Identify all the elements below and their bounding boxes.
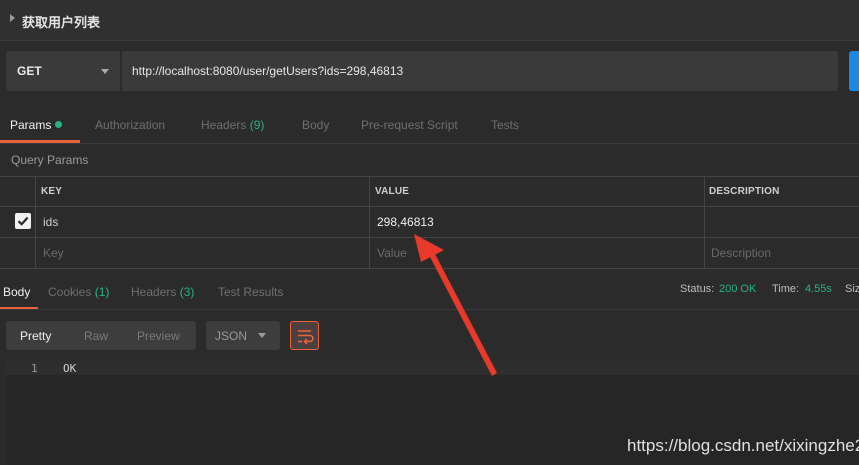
send-button[interactable] bbox=[849, 51, 859, 91]
code-line-highlight bbox=[6, 361, 859, 375]
response-tab-cookies-label: Cookies bbox=[48, 285, 92, 299]
table-col-divider bbox=[369, 176, 370, 268]
param-key-cell[interactable]: ids bbox=[43, 215, 58, 229]
size-label: Size bbox=[845, 283, 859, 295]
tab-headers-label: Headers bbox=[201, 118, 247, 132]
raw-button[interactable]: Raw bbox=[84, 329, 108, 343]
query-params-table: KEY VALUE DESCRIPTION ids 298,46813 Key … bbox=[0, 176, 859, 269]
query-params-heading: Query Params bbox=[11, 153, 89, 167]
column-header-key: KEY bbox=[41, 186, 63, 197]
status-label: Status: bbox=[680, 283, 715, 295]
tab-params-label: Params bbox=[10, 118, 52, 132]
chevron-down-icon bbox=[101, 69, 109, 74]
response-tab-test-results[interactable]: Test Results bbox=[218, 285, 283, 299]
table-border-top bbox=[0, 176, 859, 177]
table-border-header bbox=[0, 206, 859, 207]
tab-params[interactable]: Params bbox=[10, 118, 63, 132]
param-description-cell[interactable] bbox=[711, 215, 851, 229]
preview-button[interactable]: Preview bbox=[137, 329, 180, 343]
format-label: JSON bbox=[215, 329, 248, 343]
tab-pre-request-script[interactable]: Pre-request Script bbox=[361, 118, 458, 132]
time-label: Time: bbox=[772, 283, 800, 295]
new-param-value-input[interactable]: Value bbox=[377, 246, 407, 260]
request-header bbox=[0, 0, 859, 41]
param-enabled-checkbox[interactable] bbox=[15, 213, 31, 229]
tab-body[interactable]: Body bbox=[302, 118, 329, 132]
method-label: GET bbox=[17, 64, 42, 78]
response-text: OK bbox=[63, 362, 77, 375]
status-value: 200 OK bbox=[719, 283, 757, 295]
param-value-cell[interactable]: 298,46813 bbox=[377, 215, 434, 229]
wrap-lines-button[interactable] bbox=[290, 321, 319, 350]
new-param-key-input[interactable]: Key bbox=[43, 246, 64, 260]
column-header-value: VALUE bbox=[375, 186, 410, 197]
checkmark-icon bbox=[17, 216, 29, 226]
response-tab-headers[interactable]: Headers (3) bbox=[131, 285, 194, 299]
table-col-divider bbox=[35, 176, 36, 268]
params-indicator-dot bbox=[55, 121, 63, 128]
caret-right-icon[interactable] bbox=[10, 14, 15, 22]
response-tab-body[interactable]: Body bbox=[3, 285, 30, 299]
column-header-description: DESCRIPTION bbox=[709, 186, 780, 197]
new-param-description-input[interactable]: Description bbox=[711, 246, 771, 260]
method-select[interactable]: GET bbox=[6, 51, 120, 91]
response-tab-headers-label: Headers bbox=[131, 285, 177, 299]
headers-count-badge: (9) bbox=[249, 118, 265, 132]
wrap-lines-icon bbox=[298, 330, 314, 345]
response-tab-cookies[interactable]: Cookies (1) bbox=[48, 285, 109, 299]
pretty-button[interactable]: Pretty bbox=[20, 329, 51, 343]
watermark: https://blog.csdn.net/xixingzhe2 bbox=[627, 436, 859, 455]
line-number: 1 bbox=[31, 362, 38, 375]
cookies-count-badge: (1) bbox=[94, 285, 110, 299]
response-headers-count-badge: (3) bbox=[179, 285, 195, 299]
table-border-row bbox=[0, 237, 859, 238]
table-col-divider bbox=[704, 176, 705, 268]
url-input[interactable] bbox=[122, 51, 838, 91]
tabs-divider bbox=[0, 143, 859, 144]
tab-tests[interactable]: Tests bbox=[491, 118, 519, 132]
tab-authorization[interactable]: Authorization bbox=[95, 118, 165, 132]
request-title[interactable]: 获取用户列表 bbox=[22, 12, 100, 31]
response-tabs-divider bbox=[0, 309, 859, 310]
time-value: 4.55s bbox=[805, 283, 832, 295]
tab-headers[interactable]: Headers (9) bbox=[201, 118, 264, 132]
chevron-down-icon bbox=[258, 333, 266, 338]
